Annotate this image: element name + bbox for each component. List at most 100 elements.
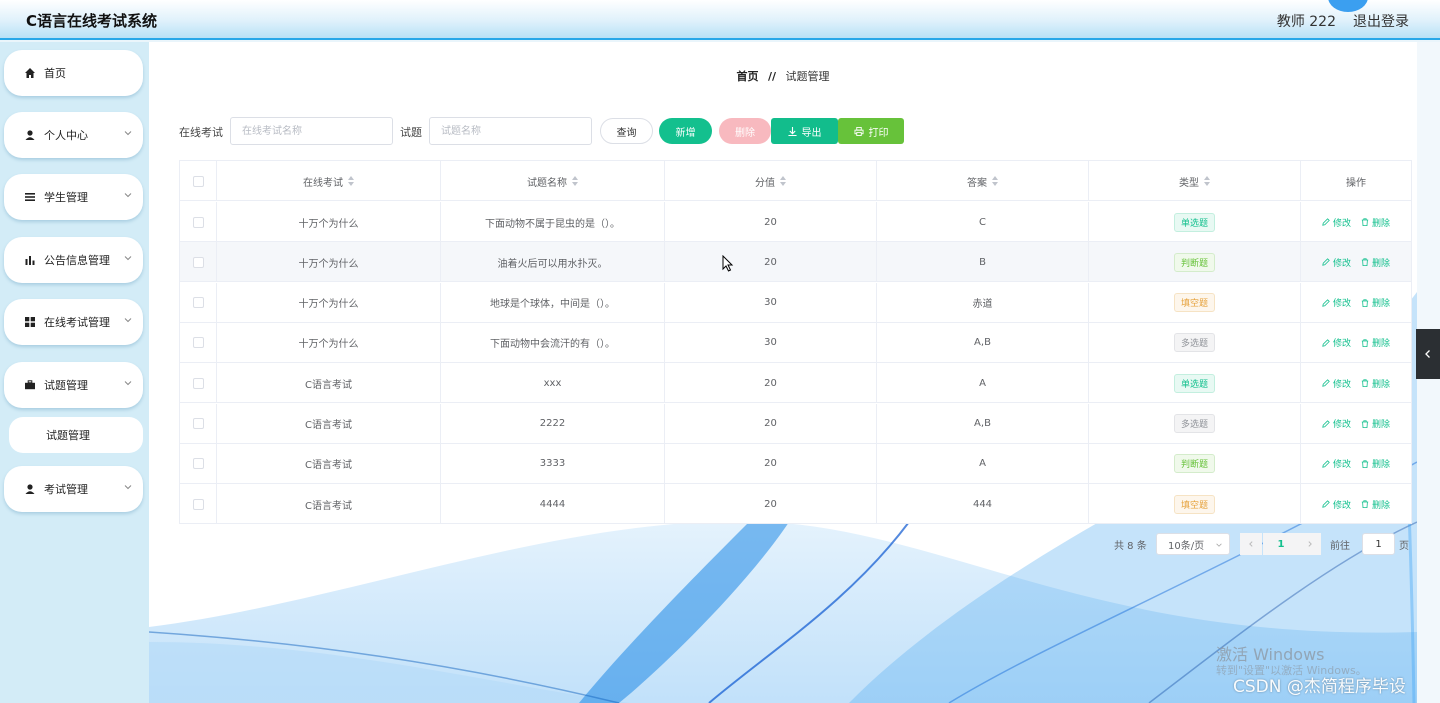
chevron-down-icon — [124, 193, 132, 198]
breadcrumb-separator: // — [767, 70, 777, 83]
sidebar-item-announcements[interactable]: 公告信息管理 — [4, 237, 143, 283]
type-tag: 单选题 — [1173, 373, 1215, 393]
export-button[interactable]: 导出 — [771, 118, 838, 144]
row-delete-button[interactable]: 删除 — [1361, 216, 1390, 229]
col-header-answer[interactable]: 答案 — [877, 161, 1089, 201]
edit-button[interactable]: 修改 — [1322, 457, 1351, 470]
row-delete-button[interactable]: 删除 — [1361, 296, 1390, 309]
query-button[interactable]: 查询 — [600, 118, 653, 144]
edit-icon — [1322, 419, 1330, 428]
cell-score: 20 — [665, 202, 877, 242]
trash-icon — [1361, 500, 1369, 509]
breadcrumb-home[interactable]: 首页 — [736, 70, 758, 83]
sort-icon[interactable] — [348, 176, 354, 186]
col-header-question[interactable]: 试题名称 — [441, 161, 665, 201]
row-checkbox[interactable] — [192, 337, 204, 349]
cell-answer: 444 — [877, 484, 1089, 525]
sidebar-item-label: 首页 — [44, 67, 66, 80]
row-delete-button[interactable]: 删除 — [1361, 498, 1390, 511]
row-delete-button[interactable]: 删除 — [1361, 336, 1390, 349]
user-name: 教师 222 — [1276, 14, 1336, 30]
select-all-checkbox[interactable] — [192, 175, 204, 187]
cell-exam: C语言考试 — [217, 403, 441, 444]
page-suffix: 页 — [1399, 541, 1409, 552]
sidebar-item-profile[interactable]: 个人中心 — [4, 112, 143, 158]
cell-actions: 修改 删除 — [1301, 323, 1411, 363]
sidebar-item-students[interactable]: 学生管理 — [4, 174, 143, 220]
sidebar-subitem-question-management[interactable]: 试题管理 — [9, 417, 143, 453]
row-checkbox[interactable] — [192, 458, 204, 470]
row-checkbox[interactable] — [192, 418, 204, 429]
print-button[interactable]: 打印 — [838, 118, 904, 144]
row-select-cell — [180, 242, 217, 283]
table-row: C语言考试 4444 20 444 填空题 修改 删除 — [180, 484, 1411, 525]
sidebar-item-label: 个人中心 — [44, 129, 88, 142]
sidebar-item-exam-management[interactable]: 考试管理 — [4, 466, 143, 512]
cell-actions: 修改 删除 — [1301, 484, 1411, 524]
row-checkbox[interactable] — [192, 216, 204, 228]
sort-icon[interactable] — [992, 176, 998, 186]
page-size-select[interactable]: 10条/页 — [1156, 533, 1230, 555]
type-tag: 单选题 — [1173, 212, 1215, 232]
row-delete-button[interactable]: 删除 — [1361, 457, 1390, 470]
cell-type: 判断题 — [1089, 443, 1301, 484]
collapse-panel-handle[interactable] — [1416, 329, 1440, 379]
edit-button[interactable]: 修改 — [1322, 256, 1351, 269]
edit-icon — [1322, 218, 1330, 226]
row-delete-button[interactable]: 删除 — [1361, 256, 1390, 269]
user-icon — [24, 483, 36, 495]
row-checkbox[interactable] — [192, 498, 204, 510]
col-header-exam[interactable]: 在线考试 — [217, 161, 441, 201]
logout-button[interactable]: 退出登录 — [1353, 11, 1409, 31]
cell-answer: A,B — [877, 403, 1089, 444]
chevron-left-icon — [1425, 350, 1430, 358]
row-delete-button[interactable]: 删除 — [1361, 417, 1390, 430]
row-select-cell — [180, 322, 217, 363]
cell-actions: 修改 删除 — [1301, 283, 1411, 323]
table-row: C语言考试 2222 20 A,B 多选题 修改 删除 — [180, 403, 1411, 444]
row-checkbox[interactable] — [192, 377, 204, 389]
briefcase-icon — [24, 379, 36, 391]
col-header-actions: 操作 — [1346, 177, 1366, 189]
col-header-score[interactable]: 分值 — [665, 161, 877, 201]
col-header-type[interactable]: 类型 — [1089, 161, 1301, 201]
edit-button[interactable]: 修改 — [1322, 377, 1351, 390]
print-label: 打印 — [868, 127, 889, 139]
home-icon — [24, 67, 36, 79]
row-checkbox[interactable] — [192, 256, 204, 268]
edit-button[interactable]: 修改 — [1322, 336, 1351, 349]
question-label: 试题 — [400, 126, 422, 139]
sort-icon[interactable] — [780, 176, 786, 186]
edit-icon — [1322, 500, 1330, 508]
row-checkbox[interactable] — [192, 297, 204, 309]
cell-question: 下面动物不属于昆虫的是（）。 — [441, 202, 665, 242]
delete-button[interactable]: 删除 — [719, 118, 771, 144]
table-row: 十万个为什么 地球是个球体，中间是（）。 30 赤道 填空题 修改 删除 — [180, 282, 1411, 323]
edit-button[interactable]: 修改 — [1322, 216, 1351, 229]
edit-icon — [1322, 298, 1330, 307]
sidebar-item-questions[interactable]: 试题管理 — [4, 362, 143, 408]
trash-icon — [1361, 379, 1369, 388]
exam-search-input[interactable] — [230, 117, 393, 145]
sidebar-item-label: 学生管理 — [44, 191, 88, 204]
sort-icon[interactable] — [572, 176, 578, 186]
edit-button[interactable]: 修改 — [1322, 296, 1351, 309]
edit-button[interactable]: 修改 — [1322, 417, 1351, 430]
sort-icon[interactable] — [1204, 176, 1210, 186]
question-search-input[interactable] — [429, 117, 592, 145]
add-button[interactable]: 新增 — [659, 118, 712, 144]
goto-page-input[interactable] — [1362, 533, 1395, 555]
cell-exam: 十万个为什么 — [217, 322, 441, 363]
table-row: 十万个为什么 下面动物中会流汗的有（）。 30 A,B 多选题 修改 删除 — [180, 322, 1411, 363]
row-delete-button[interactable]: 删除 — [1361, 377, 1390, 390]
page-number-1[interactable]: 1 — [1263, 533, 1299, 555]
type-tag: 多选题 — [1173, 414, 1215, 433]
next-page-button[interactable] — [1299, 533, 1321, 555]
cell-answer: A — [877, 443, 1089, 484]
row-select-cell — [180, 484, 217, 525]
sidebar-item-home[interactable]: 首页 — [4, 50, 143, 96]
sidebar-item-online-exams[interactable]: 在线考试管理 — [4, 299, 143, 345]
bar-chart-icon — [24, 254, 36, 266]
edit-button[interactable]: 修改 — [1322, 498, 1351, 511]
prev-page-button[interactable] — [1240, 533, 1262, 555]
